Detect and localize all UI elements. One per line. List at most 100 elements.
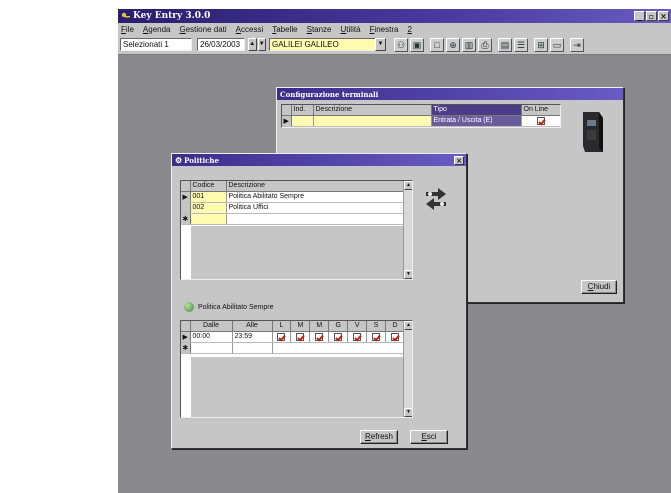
day-checkbox[interactable] [372, 332, 381, 341]
cell-ind[interactable] [291, 115, 314, 127]
politiche-window-title: Politiche [184, 155, 219, 165]
blank-page-icon[interactable]: □ [430, 37, 444, 52]
menu-agenda[interactable]: Agenda [143, 25, 171, 34]
date-field[interactable]: 26/03/2003 [197, 38, 245, 51]
cell-descrizione[interactable] [226, 213, 405, 225]
people-icon[interactable]: ⚇ [394, 37, 408, 52]
table-row[interactable]: ▶ Entrata / Uscita (E) [282, 115, 560, 127]
scroll-up-icon[interactable]: ▲ [404, 321, 412, 330]
policies-table-empty-area [191, 226, 403, 279]
col-descrizione: Descrizione [226, 181, 405, 192]
scroll-down-icon[interactable]: ▼ [404, 270, 412, 279]
new-row-asterisk-icon: ✱ [181, 342, 191, 354]
menu-utilita[interactable]: Utilità [341, 25, 361, 34]
menu-finestra[interactable]: Finestra [370, 25, 399, 34]
cell-dalle[interactable] [190, 342, 233, 354]
day-checkbox[interactable] [296, 332, 305, 341]
chevron-down-icon[interactable]: ▼ [375, 38, 386, 51]
current-row-arrow-icon: ▶ [282, 115, 292, 127]
person-combo-value[interactable]: GALILEI GALILEO [269, 38, 375, 51]
cell-tipo[interactable]: Entrata / Uscita (E) [431, 115, 522, 127]
cell-martedi[interactable] [290, 331, 311, 343]
time-table-empty-area [191, 357, 403, 417]
day-checkbox[interactable] [277, 332, 286, 341]
online-checkbox[interactable] [537, 116, 546, 125]
app-title-bar: Key Entry 3.0.0 _ ▫ × [118, 9, 671, 23]
minimize-button[interactable]: _ [634, 11, 645, 21]
badge-icon[interactable]: ▣ [410, 37, 424, 52]
printer-icon[interactable]: ⎙ [478, 37, 492, 52]
cell-sabato[interactable] [366, 331, 387, 343]
day-checkbox[interactable] [315, 332, 324, 341]
col-online: On Line [521, 105, 560, 116]
day-checkbox[interactable] [391, 332, 400, 341]
list-icon[interactable]: ☰ [514, 37, 528, 52]
close-button[interactable]: × [658, 11, 669, 21]
time-ranges-scrollbar[interactable]: ▲ ▼ [403, 321, 412, 417]
window-icon[interactable]: ▭ [550, 37, 564, 52]
policies-table: Codice Descrizione ▶ 001 Politica Abilit… [180, 180, 413, 280]
menu-accessi[interactable]: Accessi [236, 25, 264, 34]
policies-scrollbar[interactable]: ▲ ▼ [403, 181, 412, 279]
cell-domenica[interactable] [385, 331, 405, 343]
config-window-title-bar: Configurazione terminali [277, 88, 623, 100]
cell-descrizione[interactable]: Politica Uffici [226, 202, 405, 214]
report-icon[interactable]: ▤ [498, 37, 512, 52]
refresh-button[interactable]: Refresh [360, 430, 398, 444]
table-row[interactable]: 002 Politica Uffici [181, 202, 405, 214]
cell-codice[interactable]: 002 [190, 202, 227, 214]
table-row[interactable]: ✱ [181, 213, 405, 225]
close-icon[interactable]: × [454, 155, 464, 165]
menu-stanze[interactable]: Stanze [307, 25, 332, 34]
binoculars-icon[interactable]: ⊕ [446, 37, 460, 52]
spin-up-icon[interactable]: ▲ [248, 38, 257, 51]
col-lunedi: L [272, 321, 292, 332]
person-combo[interactable]: GALILEI GALILEO ▼ [269, 38, 386, 51]
main-application-window: Key Entry 3.0.0 _ ▫ × File Agenda Gestio… [118, 9, 671, 493]
exit-icon[interactable]: ⇥ [570, 37, 584, 52]
cell-giovedi[interactable] [328, 331, 349, 343]
selection-field: Selezionati 1 [120, 38, 192, 51]
cell-online[interactable] [521, 115, 560, 127]
cell-venerdi[interactable] [347, 331, 368, 343]
menu-help[interactable]: 2 [407, 25, 411, 34]
cell-codice[interactable] [190, 213, 227, 225]
esci-button[interactable]: Esci [410, 430, 448, 444]
grid-icon[interactable]: ⊞ [534, 37, 548, 52]
menu-gestione-dati[interactable]: Gestione dati [180, 25, 227, 34]
politiche-window-title-bar: ⚙ Politiche × [172, 154, 466, 166]
cell-lunedi[interactable] [272, 331, 292, 343]
cell-alle[interactable]: 23:59 [232, 331, 273, 343]
maximize-button[interactable]: ▫ [646, 11, 657, 21]
door-icon[interactable]: ▥ [462, 37, 476, 52]
cell-descrizione[interactable]: Politica Abilitato Sempre [226, 191, 405, 203]
cell-alle[interactable] [232, 342, 273, 354]
cell-mercoledi[interactable] [309, 331, 330, 343]
col-dalle: Dalle [190, 321, 233, 332]
row-indicator-header [181, 321, 191, 332]
col-domenica: D [385, 321, 405, 332]
row-indicator-header [282, 105, 292, 116]
menu-tabelle[interactable]: Tabelle [272, 25, 297, 34]
cell-days[interactable] [272, 342, 405, 354]
date-spinner[interactable]: ▲ ▼ [248, 38, 266, 51]
day-checkbox[interactable] [353, 332, 362, 341]
cell-codice[interactable]: 001 [190, 191, 227, 203]
table-row[interactable]: ▶ 001 Politica Abilitato Sempre [181, 191, 405, 203]
scroll-down-icon[interactable]: ▼ [404, 408, 412, 417]
table-row[interactable]: ▶ 00:00 23:59 [181, 331, 405, 343]
cell-dalle[interactable]: 00:00 [190, 331, 233, 343]
col-descrizione: Descrizione [313, 105, 432, 116]
chiudi-button[interactable]: Chiudi [581, 280, 617, 294]
cell-descrizione[interactable] [313, 115, 432, 127]
col-sabato: S [366, 321, 387, 332]
spin-down-icon[interactable]: ▼ [257, 38, 266, 51]
row-indicator-header [181, 181, 191, 192]
day-checkbox[interactable] [334, 332, 343, 341]
politiche-window: ⚙ Politiche × Codice Descrizione ▶ 001 P… [171, 153, 467, 449]
menu-file[interactable]: File [121, 25, 134, 34]
scroll-up-icon[interactable]: ▲ [404, 181, 412, 190]
policy-arrows-icon [424, 184, 448, 212]
politiche-window-icon: ⚙ [175, 155, 183, 165]
table-row[interactable]: ✱ [181, 342, 405, 354]
